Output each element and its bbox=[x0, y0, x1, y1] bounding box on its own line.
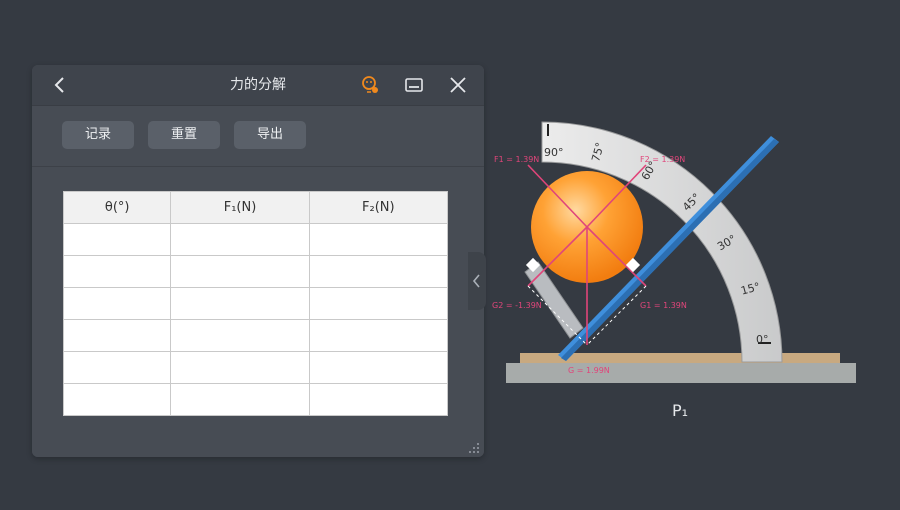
table-cell bbox=[308, 351, 449, 384]
table-cell bbox=[170, 351, 310, 384]
table-cell bbox=[308, 319, 449, 352]
table-cell bbox=[170, 319, 310, 352]
record-table: θ(°) F₁(N) F₂(N) bbox=[62, 191, 449, 416]
close-icon[interactable] bbox=[448, 75, 468, 95]
panel-content: θ(°) F₁(N) F₂(N) bbox=[32, 167, 484, 457]
table-cell bbox=[308, 383, 449, 416]
table-cell bbox=[170, 255, 310, 288]
help-bulb-icon[interactable] bbox=[360, 75, 380, 95]
reset-button[interactable]: 重置 bbox=[148, 121, 220, 149]
tick-label: 0° bbox=[756, 333, 769, 346]
force-label-g1: G1 = 1.39N bbox=[640, 301, 687, 310]
resize-grip-icon[interactable] bbox=[466, 439, 480, 453]
force-label-f1: F1 = 1.39N bbox=[494, 155, 539, 164]
table-cell bbox=[308, 287, 449, 320]
panel-toolbar: 记录 重置 导出 bbox=[32, 106, 484, 167]
base-platform bbox=[506, 363, 856, 383]
force-decomposition-panel: 力的分解 记录 重置 导出 θ(°) F₁(N) F₂(N) bbox=[32, 65, 484, 457]
table-cell bbox=[170, 223, 310, 256]
table-header-row: θ(°) F₁(N) F₂(N) bbox=[62, 191, 449, 224]
scene-caption: P₁ bbox=[671, 401, 689, 420]
table-cell bbox=[62, 255, 172, 288]
table-row bbox=[62, 383, 449, 416]
table-cell bbox=[62, 383, 172, 416]
table-row bbox=[62, 223, 449, 256]
export-button[interactable]: 导出 bbox=[234, 121, 306, 149]
header-f1: F₁(N) bbox=[170, 191, 310, 224]
incline-experiment-scene: 90° 75° 60° 45° 30° 15° 0° F1 = 1.39N F2… bbox=[492, 121, 856, 383]
table-cell bbox=[62, 351, 172, 384]
force-label-f2: F2 = 1.39N bbox=[640, 155, 685, 164]
table-cell bbox=[308, 255, 449, 288]
table-row bbox=[62, 351, 449, 384]
chevron-left-icon bbox=[472, 274, 480, 288]
table-row bbox=[62, 255, 449, 288]
table-cell bbox=[170, 383, 310, 416]
table-row bbox=[62, 287, 449, 320]
collapse-panel-tab[interactable] bbox=[468, 252, 486, 310]
table-cell bbox=[170, 287, 310, 320]
table-cell bbox=[62, 319, 172, 352]
table-cell bbox=[62, 223, 172, 256]
header-f2: F₂(N) bbox=[308, 191, 449, 224]
tick-label: 90° bbox=[544, 146, 564, 159]
minimize-icon[interactable] bbox=[404, 75, 424, 95]
header-theta: θ(°) bbox=[62, 191, 172, 224]
force-label-g: G = 1.99N bbox=[568, 366, 610, 375]
table-row bbox=[62, 319, 449, 352]
panel-titlebar: 力的分解 bbox=[32, 65, 484, 106]
chevron-left-icon[interactable] bbox=[50, 75, 70, 95]
record-button[interactable]: 记录 bbox=[62, 121, 134, 149]
table-cell bbox=[308, 223, 449, 256]
force-label-g2: G2 = -1.39N bbox=[492, 301, 542, 310]
table-cell bbox=[62, 287, 172, 320]
